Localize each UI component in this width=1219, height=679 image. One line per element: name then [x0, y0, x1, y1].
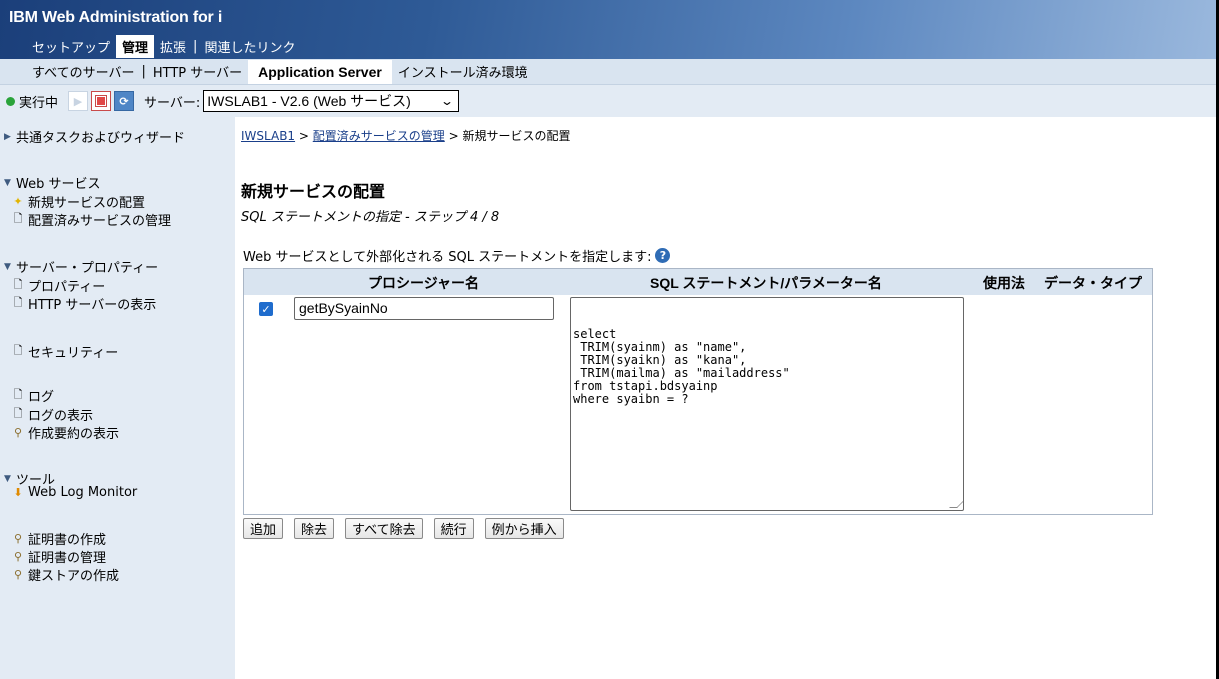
- wizard-wand-icon: ⚲: [13, 532, 23, 545]
- subnav-application-server[interactable]: Application Server: [248, 59, 392, 84]
- monitor-arrow-icon: ⬇: [13, 486, 23, 499]
- breadcrumb-separator: >: [444, 129, 463, 143]
- collapse-triangle-icon: ▼: [4, 177, 11, 188]
- breadcrumb-link-manage[interactable]: 配置済みサービスの管理: [313, 129, 445, 143]
- sidebar-label: ログの表示: [28, 409, 94, 424]
- intro-label: Web サービスとして外部化される SQL ステートメントを指定します:: [243, 250, 652, 265]
- server-select[interactable]: IWSLAB1 - V2.6 (Web サービス) ⌄: [203, 90, 460, 112]
- sidebar: ▶ 共通タスクおよびウィザード ▼ Web サービス ✦ 新規サービスの配置 🗋…: [0, 117, 235, 679]
- sub-nav: すべてのサーバー | HTTP サーバー Application Server …: [0, 59, 1216, 85]
- sidebar-label: 共通タスクおよびウィザード: [16, 131, 186, 146]
- sidebar-label: 証明書の管理: [28, 551, 107, 566]
- remove-all-button[interactable]: すべて除去: [345, 518, 423, 539]
- sidebar-label: Web Log Monitor: [28, 485, 138, 500]
- page-title: 新規サービスの配置: [241, 182, 386, 201]
- sidebar-label: 鍵ストアの作成: [28, 569, 120, 584]
- topnav-related-links[interactable]: 関連したリンク: [198, 35, 301, 58]
- stop-icon: [95, 95, 108, 107]
- collapse-triangle-icon: ▼: [4, 473, 11, 484]
- table-header: プロシージャー名 SQL ステートメント/パラメーター名 使用法 データ・タイプ: [244, 269, 1152, 295]
- topnav-manage[interactable]: 管理: [116, 35, 155, 58]
- remove-button[interactable]: 除去: [294, 518, 335, 539]
- sidebar-item-logs[interactable]: 🗋 ログ: [12, 386, 54, 405]
- page-subtitle: SQL ステートメントの指定 - ステップ 4 / 8: [241, 210, 500, 225]
- intro-text: Web サービスとして外部化される SQL ステートメントを指定します: ?: [243, 246, 671, 265]
- procedure-name-input[interactable]: getBySyainNo: [294, 297, 554, 320]
- header-usage: 使用法: [983, 275, 1025, 291]
- continue-button[interactable]: 続行: [433, 518, 474, 539]
- topnav-setup[interactable]: セットアップ: [26, 35, 116, 58]
- sidebar-web-services[interactable]: ▼ Web サービス: [4, 173, 100, 192]
- sidebar-label: 新規サービスの配置: [28, 196, 146, 211]
- wizard-wand-icon: ⚲: [13, 550, 23, 563]
- document-icon: 🗋: [13, 344, 23, 357]
- server-label: サーバー:: [144, 95, 201, 111]
- wizard-wand-icon: ⚲: [13, 426, 23, 439]
- header-data-type: データ・タイプ: [1044, 275, 1142, 291]
- subnav-http-server[interactable]: HTTP サーバー: [147, 59, 248, 84]
- breadcrumb-link-server[interactable]: IWSLAB1: [241, 129, 295, 143]
- sidebar-common-tasks[interactable]: ▶ 共通タスクおよびウィザード: [4, 127, 185, 146]
- action-buttons: 追加 除去 すべて除去 続行 例から挿入: [243, 518, 575, 539]
- header-procedure-name: プロシージャー名: [368, 275, 480, 291]
- sidebar-item-manage-deployed[interactable]: 🗋 配置済みサービスの管理: [12, 210, 171, 229]
- sidebar-item-cert-create[interactable]: ⚲ 証明書の作成: [12, 529, 106, 548]
- row-select-checkbox[interactable]: ✓: [259, 302, 273, 316]
- sql-text: select TRIM(syainm) as "name", TRIM(syai…: [573, 327, 790, 406]
- sidebar-label: 作成要約の表示: [28, 427, 120, 442]
- sidebar-label: 配置済みサービスの管理: [28, 214, 172, 229]
- refresh-button[interactable]: ⟳: [114, 91, 135, 111]
- insert-from-example-button[interactable]: 例から挿入: [484, 518, 564, 539]
- header-sql-statement: SQL ステートメント/パラメーター名: [650, 275, 882, 291]
- collapse-triangle-icon: ▼: [4, 261, 11, 272]
- stop-button[interactable]: [91, 91, 112, 111]
- new-document-icon: ✦: [13, 195, 23, 208]
- document-icon: 🗋: [13, 296, 23, 309]
- sidebar-label: プロパティー: [28, 280, 106, 295]
- wizard-wand-icon: ⚲: [13, 568, 23, 581]
- sidebar-item-web-log-monitor[interactable]: ⬇ Web Log Monitor: [12, 485, 137, 500]
- browser-page: IBM Web Administration for i セットアップ 管理 拡…: [0, 0, 1216, 679]
- expand-triangle-icon: ▶: [4, 131, 11, 142]
- document-icon: 🗋: [13, 278, 23, 291]
- document-icon: 🗋: [13, 212, 23, 225]
- sidebar-label: セキュリティー: [28, 346, 119, 361]
- app-title: IBM Web Administration for i: [9, 9, 223, 26]
- sidebar-label: ログ: [28, 390, 55, 405]
- sidebar-label: HTTP サーバーの表示: [28, 298, 157, 313]
- server-select-value: IWSLAB1 - V2.6 (Web サービス): [207, 93, 411, 109]
- sidebar-item-deploy-new[interactable]: ✦ 新規サービスの配置: [12, 192, 145, 211]
- running-status-icon: [6, 96, 15, 106]
- document-icon: 🗋: [13, 388, 23, 401]
- sidebar-label: サーバー・プロパティー: [16, 261, 159, 276]
- add-button[interactable]: 追加: [243, 518, 284, 539]
- subnav-installed[interactable]: インストール済み環境: [392, 59, 534, 84]
- breadcrumb-current: 新規サービスの配置: [462, 129, 571, 143]
- chevron-down-icon: ⌄: [440, 94, 455, 108]
- topnav-advanced[interactable]: 拡張: [154, 35, 192, 58]
- sidebar-item-keystore-create[interactable]: ⚲ 鍵ストアの作成: [12, 565, 119, 584]
- breadcrumb-separator: >: [295, 129, 313, 143]
- sidebar-item-cert-manage[interactable]: ⚲ 証明書の管理: [12, 547, 106, 566]
- server-state-text: 実行中: [19, 95, 59, 111]
- resize-grip-icon[interactable]: [949, 500, 963, 508]
- sidebar-item-properties[interactable]: 🗋 プロパティー: [12, 276, 106, 295]
- sql-statement-textarea[interactable]: select TRIM(syainm) as "name", TRIM(syai…: [570, 297, 964, 511]
- sidebar-server-properties[interactable]: ▼ サーバー・プロパティー: [4, 257, 158, 276]
- subnav-all-servers[interactable]: すべてのサーバー: [26, 59, 140, 84]
- breadcrumb: IWSLAB1 > 配置済みサービスの管理 > 新規サービスの配置: [241, 127, 570, 144]
- sidebar-label: Web サービス: [16, 177, 101, 192]
- sidebar-label: 証明書の作成: [28, 533, 107, 548]
- top-nav: セットアップ 管理 拡張 | 関連したリンク: [26, 35, 301, 58]
- sidebar-item-security[interactable]: 🗋 セキュリティー: [12, 342, 119, 361]
- document-icon: 🗋: [13, 407, 23, 420]
- sidebar-item-log-view[interactable]: 🗋 ログの表示: [12, 405, 93, 424]
- sql-statement-table: プロシージャー名 SQL ステートメント/パラメーター名 使用法 データ・タイプ…: [243, 268, 1153, 515]
- server-status-bar: 実行中 ▶ ⟳ サーバー: IWSLAB1 - V2.6 (Web サービス) …: [0, 85, 1216, 117]
- start-button[interactable]: ▶: [68, 91, 89, 111]
- sidebar-item-summary-view[interactable]: ⚲ 作成要約の表示: [12, 423, 119, 442]
- app-header: IBM Web Administration for i セットアップ 管理 拡…: [0, 0, 1216, 59]
- sidebar-item-http-view[interactable]: 🗋 HTTP サーバーの表示: [12, 294, 157, 313]
- help-icon[interactable]: ?: [655, 248, 671, 263]
